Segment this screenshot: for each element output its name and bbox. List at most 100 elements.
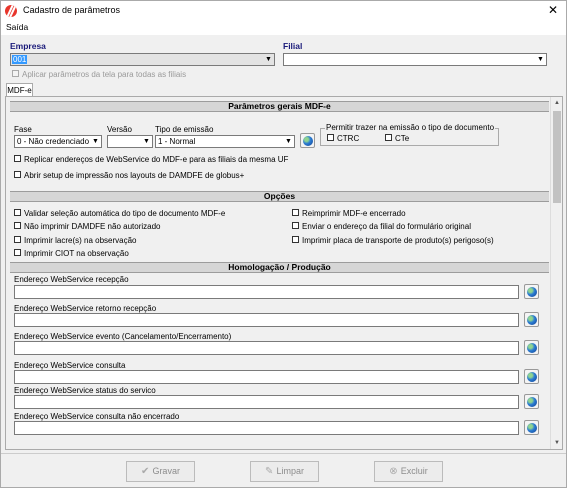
- opcao-enviar-endereco-row[interactable]: Enviar o endereço da filial do formulári…: [292, 222, 471, 232]
- ws-retorno-input[interactable]: [14, 313, 519, 327]
- abrir-setup-checkbox[interactable]: [14, 171, 21, 179]
- ws-recepcao-label: Endereço WebService recepção: [14, 275, 129, 284]
- ws-nao-encerrado-label: Endereço WebService consulta não encerra…: [14, 412, 180, 421]
- opcao-enviar-endereco-label: Enviar o endereço da filial do formulári…: [302, 222, 471, 231]
- globe-icon: [527, 287, 537, 297]
- scroll-thumb[interactable]: [553, 111, 561, 203]
- apply-all-checkbox[interactable]: [12, 70, 19, 78]
- opcao-placa-label: Imprimir placa de transporte de produto(…: [302, 236, 494, 245]
- ws-evento-globe-button[interactable]: [524, 340, 539, 355]
- opcao-nao-imprimir-label: Não imprimir DAMDFE não autorizado: [24, 222, 161, 231]
- title-bar: Cadastro de parâmetros ✕: [1, 1, 566, 21]
- section-parametros-gerais: Parâmetros gerais MDF-e: [10, 101, 549, 112]
- opcao-placa-row[interactable]: Imprimir placa de transporte de produto(…: [292, 236, 494, 246]
- opcao-placa-checkbox[interactable]: [292, 236, 299, 244]
- footer-button-bar: ✔ Gravar ✎ Limpar ⊗ Excluir: [1, 453, 566, 487]
- opcao-reimprimir-label: Reimprimir MDF-e encerrado: [302, 209, 406, 218]
- ws-consulta-input[interactable]: [14, 370, 519, 384]
- excluir-button[interactable]: ⊗ Excluir: [374, 461, 443, 482]
- eraser-icon: ✎: [265, 466, 274, 477]
- opcao-ciot-checkbox[interactable]: [14, 249, 21, 257]
- scroll-up-icon[interactable]: ▲: [551, 97, 562, 109]
- close-button[interactable]: ✕: [546, 3, 560, 17]
- replicar-checkbox[interactable]: [14, 155, 21, 163]
- replicar-label: Replicar endereços de WebService do MDF-…: [24, 155, 289, 164]
- chevron-down-icon[interactable]: ▼: [141, 136, 152, 147]
- empresa-combo[interactable]: 001 ▼: [10, 53, 275, 66]
- ws-status-globe-button[interactable]: [524, 394, 539, 409]
- tipo-emissao-combo[interactable]: 1 - Normal ▼: [155, 135, 295, 148]
- opcao-lacre-row[interactable]: Imprimir lacre(s) na observação: [14, 236, 136, 246]
- delete-icon: ⊗: [389, 466, 398, 477]
- check-icon: ✔: [141, 466, 150, 477]
- fase-combo[interactable]: 0 - Não credenciado ▼: [14, 135, 102, 148]
- versao-label: Versão: [107, 125, 132, 134]
- cte-checkbox[interactable]: [385, 134, 392, 142]
- tipo-emissao-globe-button[interactable]: [300, 133, 315, 148]
- abrir-setup-checkbox-row[interactable]: Abrir setup de impressão nos layouts de …: [14, 171, 244, 181]
- fase-label: Fase: [14, 125, 32, 134]
- chevron-down-icon[interactable]: ▼: [90, 136, 101, 147]
- tab-panel: Parâmetros gerais MDF-e Fase 0 - Não cre…: [5, 96, 563, 450]
- filial-value: [285, 55, 287, 64]
- cte-label: CTe: [395, 134, 410, 143]
- app-logo-icon: [5, 5, 17, 17]
- ws-recepcao-globe-button[interactable]: [524, 284, 539, 299]
- ws-nao-encerrado-input[interactable]: [14, 421, 519, 435]
- opcao-ciot-label: Imprimir CIOT na observação: [24, 249, 129, 258]
- opcao-validar-row[interactable]: Validar seleção automática do tipo de do…: [14, 209, 225, 219]
- opcao-nao-imprimir-row[interactable]: Não imprimir DAMDFE não autorizado: [14, 222, 161, 232]
- opcao-ciot-row[interactable]: Imprimir CIOT na observação: [14, 249, 129, 259]
- limpar-button[interactable]: ✎ Limpar: [250, 461, 319, 482]
- empresa-value: 001: [12, 55, 28, 64]
- permitir-group-label: Permitir trazer na emissão o tipo de doc…: [325, 123, 496, 132]
- globe-icon: [527, 343, 537, 353]
- filial-combo[interactable]: ▼: [283, 53, 547, 66]
- tab-mdfe[interactable]: MDF-e: [6, 83, 33, 97]
- ws-recepcao-input[interactable]: [14, 285, 519, 299]
- ws-status-input[interactable]: [14, 395, 519, 409]
- ws-retorno-globe-button[interactable]: [524, 312, 539, 327]
- cte-checkbox-row[interactable]: CTe: [385, 134, 409, 144]
- globe-icon: [527, 315, 537, 325]
- opcao-reimprimir-checkbox[interactable]: [292, 209, 299, 217]
- opcao-validar-label: Validar seleção automática do tipo de do…: [24, 209, 226, 218]
- opcao-nao-imprimir-checkbox[interactable]: [14, 222, 21, 230]
- ws-consulta-globe-button[interactable]: [524, 369, 539, 384]
- chevron-down-icon[interactable]: ▼: [263, 54, 274, 65]
- gravar-button[interactable]: ✔ Gravar: [126, 461, 195, 482]
- vertical-scrollbar[interactable]: ▲ ▼: [550, 97, 562, 449]
- tipo-emissao-label: Tipo de emissão: [155, 125, 214, 134]
- opcao-lacre-checkbox[interactable]: [14, 236, 21, 244]
- chevron-down-icon[interactable]: ▼: [283, 136, 294, 147]
- apply-all-checkbox-row[interactable]: Aplicar parâmetros da tela para todas as…: [12, 70, 186, 80]
- opcao-validar-checkbox[interactable]: [14, 209, 21, 217]
- permitir-groupbox: Permitir trazer na emissão o tipo de doc…: [320, 123, 499, 146]
- menu-bar: Saída: [1, 21, 566, 35]
- section-homologacao: Homologação / Produção: [10, 262, 549, 273]
- opcao-reimprimir-row[interactable]: Reimprimir MDF-e encerrado: [292, 209, 406, 219]
- replicar-checkbox-row[interactable]: Replicar endereços de WebService do MDF-…: [14, 155, 288, 165]
- ws-consulta-label: Endereço WebService consulta: [14, 361, 126, 370]
- scroll-content: Parâmetros gerais MDF-e Fase 0 - Não cre…: [6, 97, 550, 449]
- ctrc-checkbox[interactable]: [327, 134, 334, 142]
- globe-icon: [527, 397, 537, 407]
- excluir-label: Excluir: [400, 466, 428, 476]
- limpar-label: Limpar: [276, 466, 304, 476]
- ws-nao-encerrado-globe-button[interactable]: [524, 420, 539, 435]
- ws-evento-label: Endereço WebService evento (Cancelamento…: [14, 332, 232, 341]
- opcao-enviar-endereco-checkbox[interactable]: [292, 222, 299, 230]
- versao-combo[interactable]: ▼: [107, 135, 153, 148]
- versao-value: [109, 137, 111, 146]
- apply-all-label: Aplicar parâmetros da tela para todas as…: [22, 70, 187, 79]
- window-title: Cadastro de parâmetros: [23, 5, 121, 15]
- ws-evento-input[interactable]: [14, 341, 519, 355]
- menu-item-saida[interactable]: Saída: [6, 22, 28, 32]
- ctrc-label: CTRC: [337, 134, 360, 143]
- window: Cadastro de parâmetros ✕ Saída Empresa 0…: [0, 0, 567, 488]
- empresa-label: Empresa: [10, 41, 46, 51]
- scroll-down-icon[interactable]: ▼: [551, 437, 562, 449]
- chevron-down-icon[interactable]: ▼: [535, 54, 546, 65]
- tipo-emissao-value: 1 - Normal: [158, 137, 196, 146]
- ctrc-checkbox-row[interactable]: CTRC: [327, 134, 359, 144]
